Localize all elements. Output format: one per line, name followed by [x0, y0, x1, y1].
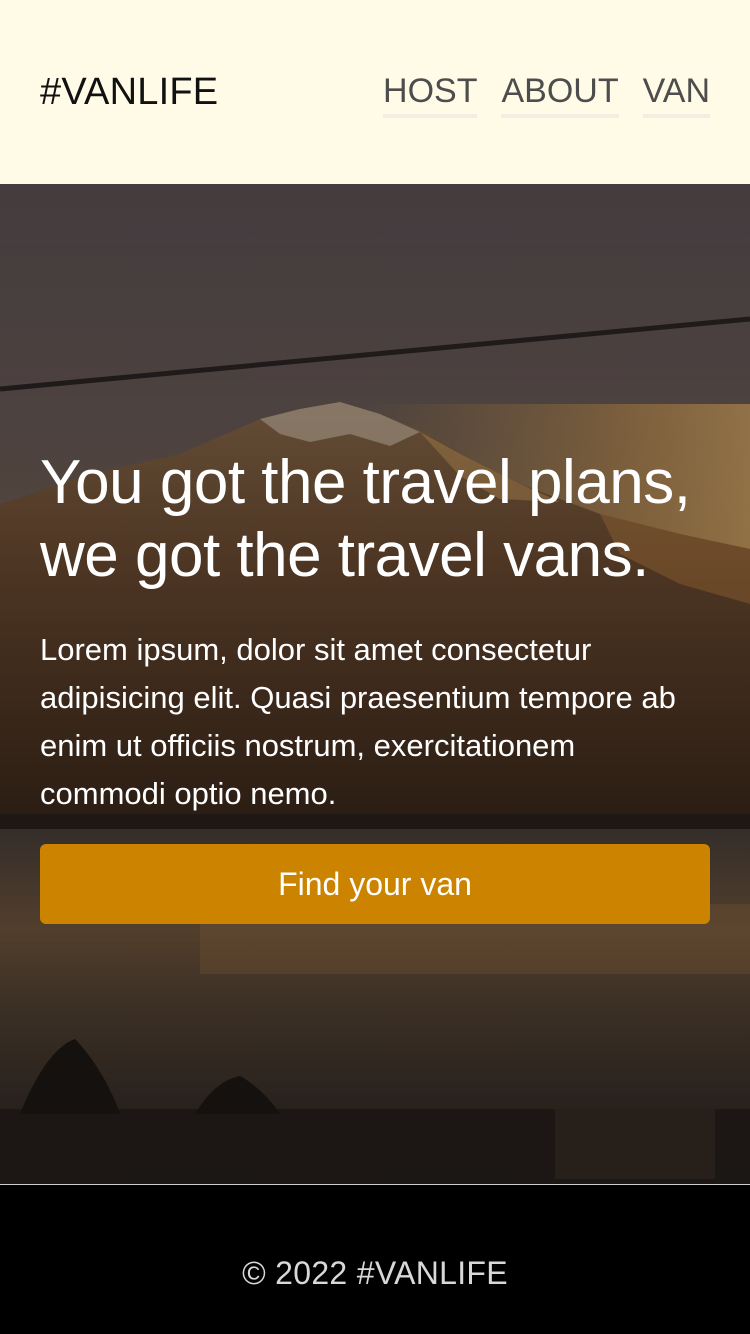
hero-description: Lorem ipsum, dolor sit amet consectetur … [40, 632, 676, 811]
hero-title-line-1: You got the travel plans, [40, 448, 691, 517]
page: #VANLIFE HOST ABOUT VAN You got the trav… [0, 0, 750, 1334]
footer-copyright: © 2022 #VANLIFE [242, 1255, 508, 1291]
nav-link-van[interactable]: VAN [642, 70, 710, 118]
hero-section: You got the travel plans, we got the tra… [0, 184, 750, 1184]
site-header: #VANLIFE HOST ABOUT VAN [0, 0, 750, 184]
main-nav: HOST ABOUT VAN [383, 70, 710, 118]
site-footer: © 2022 #VANLIFE [0, 1184, 750, 1334]
nav-link-about[interactable]: ABOUT [501, 70, 619, 118]
site-logo[interactable]: #VANLIFE [40, 70, 218, 114]
find-your-van-button[interactable]: Find your van [40, 844, 710, 924]
hero-content: You got the travel plans, we got the tra… [40, 446, 710, 818]
hero-title: You got the travel plans, we got the tra… [40, 446, 710, 592]
hero-title-line-2: we got the travel vans. [40, 521, 649, 590]
nav-link-host[interactable]: HOST [383, 70, 478, 118]
